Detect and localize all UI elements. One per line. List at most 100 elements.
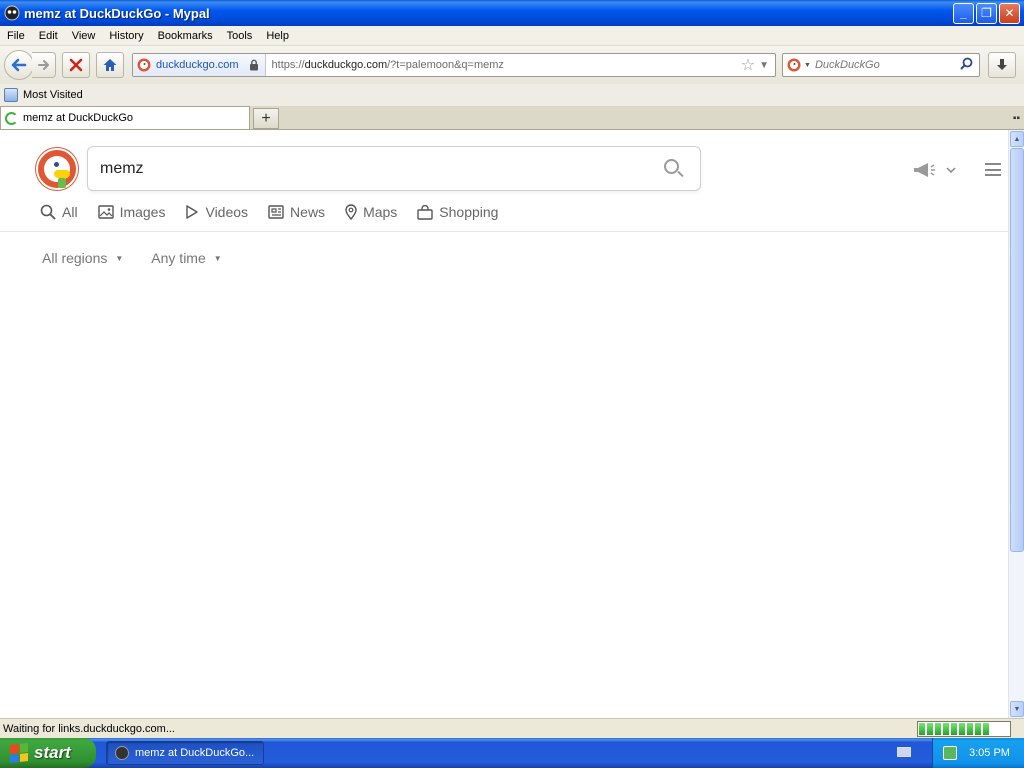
tab-shopping[interactable]: Shopping [417,204,498,220]
menu-edit[interactable]: Edit [32,30,65,42]
verticals-divider [0,231,1008,232]
filter-time-label: Any time [151,250,206,266]
menu-file[interactable]: File [0,30,32,42]
tab-images-label: Images [119,204,166,220]
progress-block [927,723,933,735]
progress-fill [919,723,989,735]
tab-maps[interactable]: Maps [345,204,397,220]
announcement-menu[interactable] [912,162,956,178]
tab-active[interactable]: memz at DuckDuckGo [0,106,250,129]
minimize-button[interactable]: _ [953,2,974,24]
filter-time[interactable]: Any time ▼ [151,250,221,266]
bookmark-most-visited[interactable]: Most Visited [0,88,83,102]
mypal-app-icon [4,5,20,21]
downloads-button[interactable] [988,52,1016,78]
url-bar[interactable]: duckduckgo.com https://duckduckgo.com/?t… [132,53,776,77]
url-text[interactable]: https://duckduckgo.com/?t=palemoon&q=mem… [266,59,741,71]
task-label: memz at DuckDuckGo... [135,747,255,759]
image-icon [97,205,114,219]
url-host: duckduckgo.com [304,59,388,71]
menu-help[interactable]: Help [259,30,296,42]
window-title: memz at DuckDuckGo - Mypal [24,5,210,21]
url-dropdown-icon[interactable]: ▼ [759,60,769,71]
tab-news[interactable]: News [268,204,325,220]
restore-button[interactable]: ❐ [976,2,997,24]
tab-all[interactable]: All [40,204,78,220]
tab-videos[interactable]: Videos [185,204,248,220]
hamburger-menu-icon[interactable] [985,163,1001,176]
stop-button[interactable] [62,52,90,78]
search-icon [40,204,56,220]
caret-down-icon: ▼ [213,253,222,263]
new-tab-button[interactable]: + [253,108,279,129]
duckduckgo-logo[interactable] [36,148,78,190]
menu-history[interactable]: History [102,30,150,42]
progress-block [943,723,949,735]
status-text: Waiting for links.duckduckgo.com... [3,722,175,735]
folder-icon [4,88,18,102]
page-load-progress [917,721,1011,737]
tab-strip: memz at DuckDuckGo + ▪▪ [0,106,1024,130]
close-button[interactable]: ✕ [999,2,1020,24]
forward-arrow-icon [37,60,49,70]
clock[interactable]: 3:05 PM [969,747,1010,759]
windows-taskbar: start memz at DuckDuckGo... 3:05 PM [0,738,1024,768]
news-icon [268,205,284,219]
map-pin-icon [345,204,357,220]
tab-list-menu-icon[interactable]: ▪▪ [1013,113,1020,124]
start-label: start [34,743,71,762]
progress-block [959,723,965,735]
url-path: /?t=palemoon&q=memz [387,59,504,71]
vertical-scrollbar[interactable]: ▲ ▼ [1008,130,1024,718]
ddg-search-box[interactable]: memz [87,146,701,191]
duckduckgo-engine-icon [787,58,801,72]
identity-domain: duckduckgo.com [156,59,239,71]
system-tray: 3:05 PM [932,738,1024,768]
menu-bookmarks[interactable]: Bookmarks [151,30,220,42]
menu-tools[interactable]: Tools [220,30,260,42]
home-icon [103,59,117,71]
search-engine-selector[interactable]: ▼ [783,58,815,72]
back-button[interactable] [4,50,34,80]
menu-view[interactable]: View [65,30,103,42]
navigation-toolbar: duckduckgo.com https://duckduckgo.com/?t… [0,46,1024,84]
bookmark-label: Most Visited [23,89,83,101]
back-arrow-icon [11,58,27,72]
mypal-task-icon [115,746,129,760]
tab-shopping-label: Shopping [439,204,499,220]
forward-button[interactable] [32,52,56,78]
search-filters: All regions ▼ Any time ▼ [42,250,222,266]
bookmark-star-icon[interactable]: ☆ [741,55,755,75]
search-bar[interactable]: ▼ [782,53,980,77]
progress-block [983,723,989,735]
ddg-search-query[interactable]: memz [88,160,662,178]
network-icon[interactable] [943,746,957,760]
progress-block [975,723,981,735]
filter-regions-label: All regions [42,250,108,266]
keyboard-icon[interactable] [897,747,911,757]
taskbar-item-mypal[interactable]: memz at DuckDuckGo... [106,741,264,765]
duckduckgo-favicon [137,58,151,72]
home-button[interactable] [96,52,124,78]
filter-regions[interactable]: All regions ▼ [42,250,123,266]
search-icon[interactable] [662,157,686,181]
windows-flag-icon [10,743,28,763]
progress-block [919,723,925,735]
search-input[interactable] [814,59,954,71]
search-go-icon[interactable] [954,57,979,73]
play-icon [186,205,199,219]
site-identity-box[interactable]: duckduckgo.com [133,54,266,76]
tab-images[interactable]: Images [97,204,166,220]
scroll-down-button[interactable]: ▼ [1010,701,1024,717]
tab-all-label: All [62,204,78,220]
start-button[interactable]: start [0,738,96,768]
scroll-thumb[interactable] [1010,148,1024,552]
tab-title: memz at DuckDuckGo [23,112,134,124]
scroll-up-button[interactable]: ▲ [1010,131,1024,147]
stop-x-icon [69,58,83,72]
search-verticals: All Images Videos News Maps Shopping [40,204,518,220]
window-titlebar[interactable]: memz at DuckDuckGo - Mypal _ ❐ ✕ [0,0,1024,26]
bookmarks-toolbar: Most Visited [0,84,1024,106]
tab-videos-label: Videos [205,204,249,220]
tab-maps-label: Maps [363,204,398,220]
